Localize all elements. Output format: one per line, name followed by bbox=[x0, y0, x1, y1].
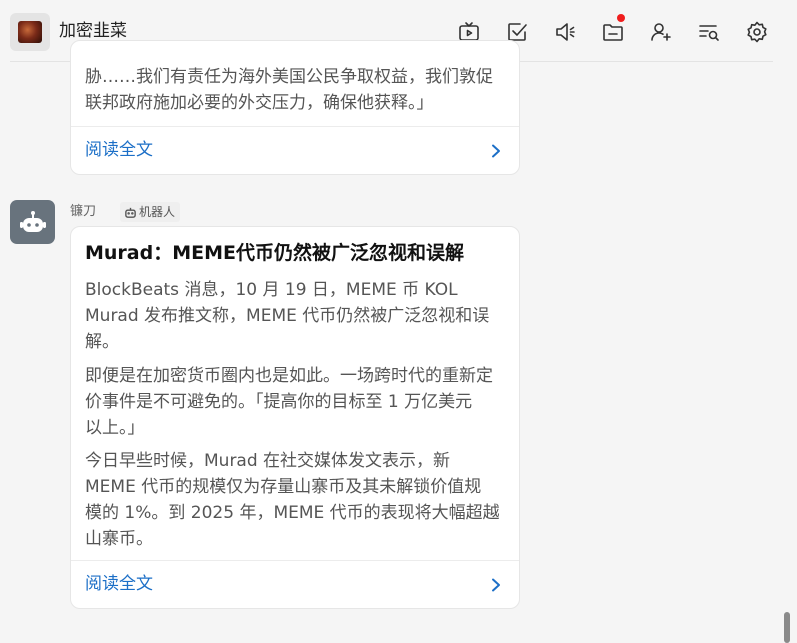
group-avatar[interactable] bbox=[10, 13, 50, 51]
card-body-line: 联邦政府施加必要的外交压力，确保他获释。」 bbox=[85, 93, 434, 113]
group-avatar-image bbox=[18, 21, 42, 43]
robot-icon bbox=[19, 211, 46, 232]
article-paragraph: 今日早些时候，Murad 在社交媒体发文表示，新 MEME 代币的规模仅为存量山… bbox=[85, 448, 510, 552]
paragraph-line: MEME 代币的规模仅为存量山寨币及其未解锁价值规 bbox=[85, 477, 482, 497]
bot-badge: 机器人 bbox=[120, 202, 181, 222]
read-more-link[interactable]: 阅读全文 bbox=[85, 573, 153, 595]
paragraph-line: Murad 发布推文称，MEME 代币仍然被广泛忽视和误 bbox=[85, 306, 490, 326]
read-more-link[interactable]: 阅读全文 bbox=[85, 139, 153, 161]
gear-icon[interactable] bbox=[743, 18, 771, 46]
message-card-previous: 胁……我们有责任为海外美国公民争取权益，我们敦促 联邦政府施加必要的外交压力，确… bbox=[70, 40, 520, 175]
card-divider bbox=[71, 560, 519, 561]
paragraph-line: 山寨币。 bbox=[85, 529, 153, 549]
chevron-right-icon[interactable] bbox=[489, 143, 503, 158]
scrollbar-thumb[interactable] bbox=[784, 612, 790, 643]
message-card-murad: Murad：MEME代币仍然被广泛忽视和误解 BlockBeats 消息，10 … bbox=[70, 226, 520, 609]
notification-dot bbox=[617, 14, 625, 22]
card-divider bbox=[71, 126, 519, 127]
folder-icon[interactable] bbox=[599, 14, 627, 46]
paragraph-line: 模的 1%。到 2025 年，MEME 代币的表现将大幅超越 bbox=[85, 503, 500, 523]
robot-badge-icon bbox=[125, 207, 136, 218]
sender-name: 镰刀 bbox=[70, 204, 97, 219]
chevron-right-icon[interactable] bbox=[489, 577, 503, 592]
group-title: 加密韭菜 bbox=[59, 21, 127, 41]
paragraph-line: BlockBeats 消息，10 月 19 日，MEME 币 KOL bbox=[85, 280, 458, 300]
article-title: Murad：MEME代币仍然被广泛忽视和误解 bbox=[85, 242, 464, 264]
article-paragraph: BlockBeats 消息，10 月 19 日，MEME 币 KOL Murad… bbox=[85, 277, 510, 355]
paragraph-line: 价事件是不可避免的。「提高你的目标至 1 万亿美元 bbox=[85, 392, 473, 412]
speaker-icon[interactable] bbox=[551, 18, 579, 46]
paragraph-line: 即便是在加密货币圈内也是如此。一场跨时代的重新定 bbox=[85, 366, 493, 386]
card-body: 胁……我们有责任为海外美国公民争取权益，我们敦促 联邦政府施加必要的外交压力，确… bbox=[85, 64, 510, 116]
add-user-icon[interactable] bbox=[647, 18, 675, 46]
bot-badge-label: 机器人 bbox=[139, 205, 176, 219]
card-body-line: 胁……我们有责任为海外美国公民争取权益，我们敦促 bbox=[85, 67, 493, 87]
paragraph-line: 解。 bbox=[85, 332, 119, 352]
paragraph-line: 今日早些时候，Murad 在社交媒体发文表示，新 bbox=[85, 451, 451, 471]
article-paragraph: 即便是在加密货币圈内也是如此。一场跨时代的重新定 价事件是不可避免的。「提高你的… bbox=[85, 363, 510, 441]
bot-avatar[interactable] bbox=[10, 200, 55, 244]
search-list-icon[interactable] bbox=[695, 18, 723, 46]
paragraph-line: 以上。」 bbox=[85, 418, 145, 438]
